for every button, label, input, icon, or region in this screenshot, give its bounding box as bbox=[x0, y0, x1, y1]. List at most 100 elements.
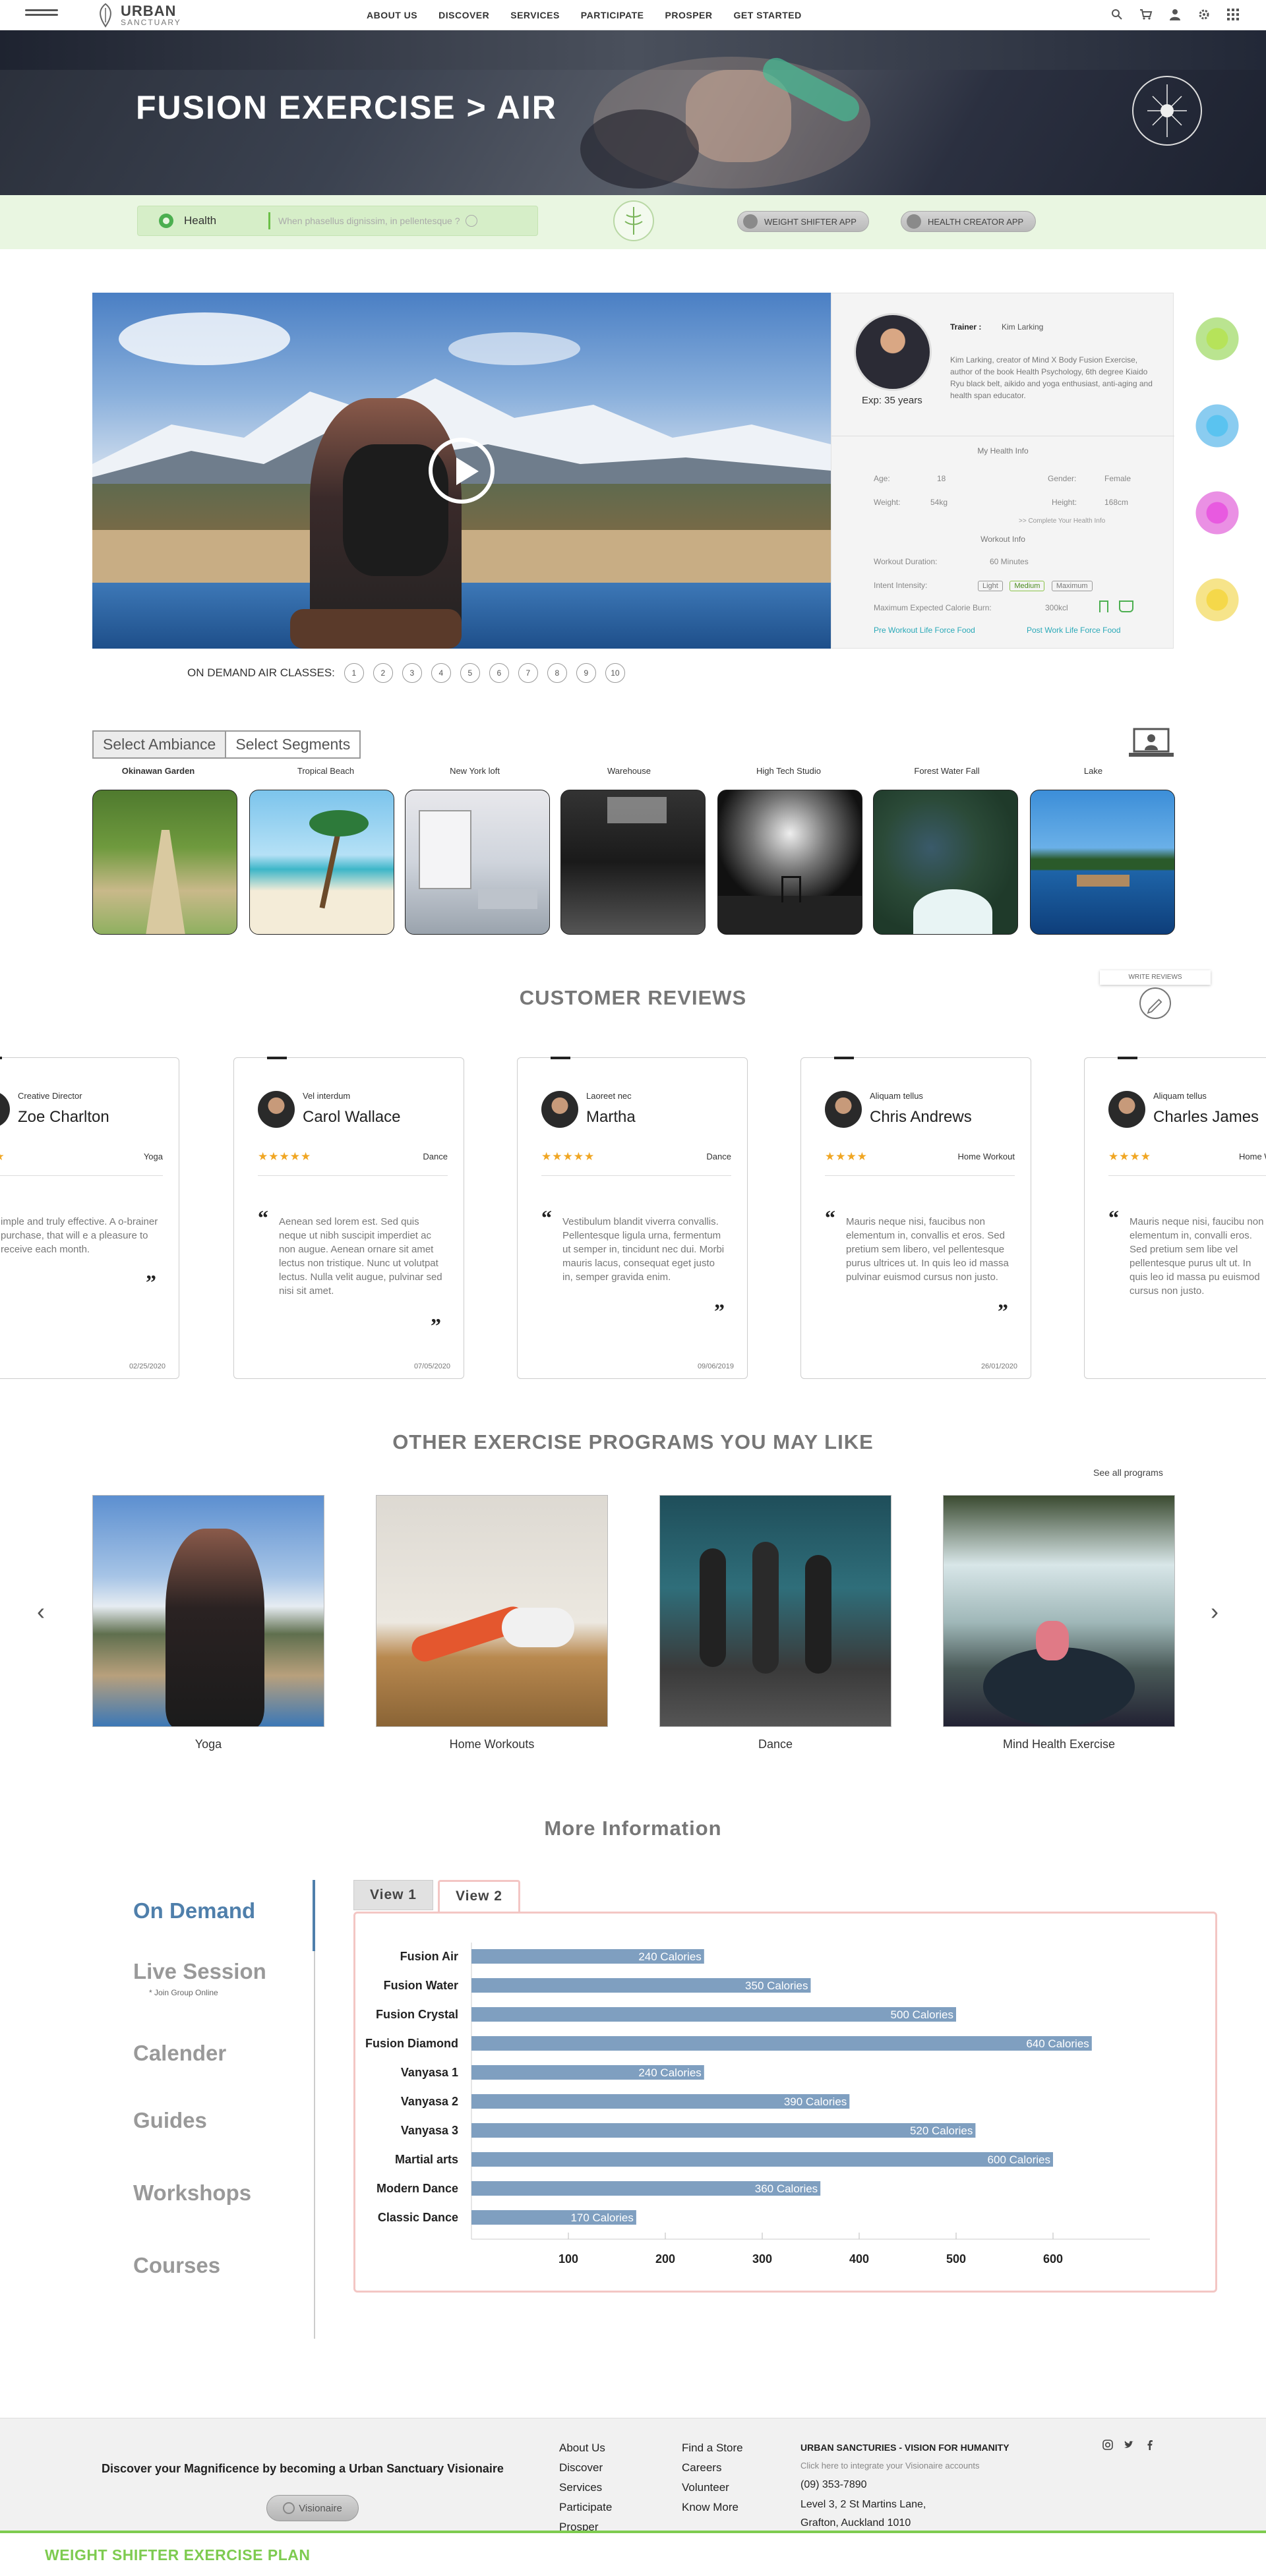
sanctuary-emblem-icon[interactable] bbox=[613, 200, 654, 241]
tab-select-ambiance[interactable]: Select Ambiance bbox=[94, 732, 227, 757]
basket-icon[interactable] bbox=[1119, 600, 1133, 612]
nav-about-us[interactable]: ABOUT US bbox=[356, 10, 428, 20]
class-number-2[interactable]: 2 bbox=[373, 663, 393, 683]
pre-workout-food-link[interactable]: Pre Workout Life Force Food bbox=[874, 626, 975, 635]
program-dance-image[interactable] bbox=[659, 1495, 891, 1727]
program-yoga-label[interactable]: Yoga bbox=[92, 1738, 324, 1751]
carousel-next-icon[interactable]: › bbox=[1211, 1598, 1219, 1625]
laptop-icon[interactable] bbox=[1128, 728, 1175, 758]
play-button[interactable] bbox=[429, 438, 495, 504]
class-number-4[interactable]: 4 bbox=[431, 663, 451, 683]
carousel-prev-icon[interactable]: ‹ bbox=[37, 1598, 45, 1625]
menu-workshops[interactable]: Workshops bbox=[133, 2181, 251, 2206]
settings-icon[interactable] bbox=[1196, 7, 1212, 22]
footer-address-line2: Grafton, Auckland 1010 bbox=[800, 2517, 911, 2529]
ambiance-okinawan-garden[interactable] bbox=[92, 790, 237, 935]
program-dance-label[interactable]: Dance bbox=[659, 1738, 891, 1751]
class-number-10[interactable]: 10 bbox=[605, 663, 625, 683]
search-icon[interactable] bbox=[1109, 7, 1125, 22]
footer-links-col1: About Us Discover Services Participate P… bbox=[559, 2438, 612, 2537]
footer-link-know-more[interactable]: Know More bbox=[682, 2498, 743, 2517]
site-logo[interactable]: URBAN SANCTUARY bbox=[96, 1, 181, 29]
review-card[interactable]: Aliquam tellus Charles James ★★★★ Home W… bbox=[1084, 1057, 1266, 1379]
chart-bar-value-label: 360 Calories bbox=[755, 2182, 818, 2195]
hamburger-menu-icon[interactable] bbox=[25, 9, 58, 21]
gender-label: Gender: bbox=[1048, 474, 1077, 483]
tab-view-1[interactable]: View 1 bbox=[353, 1880, 433, 1910]
magenta-theme-icon[interactable] bbox=[1192, 488, 1242, 538]
on-demand-label: ON DEMAND AIR CLASSES: bbox=[187, 666, 335, 679]
footer-link-careers[interactable]: Careers bbox=[682, 2458, 743, 2478]
nav-participate[interactable]: PARTICIPATE bbox=[570, 10, 655, 20]
health-creator-app-button[interactable]: HEALTH CREATOR APP bbox=[901, 211, 1037, 232]
see-all-programs-link[interactable]: See all programs bbox=[1093, 1467, 1163, 1478]
blue-theme-icon[interactable] bbox=[1192, 401, 1242, 451]
submit-arrow-icon[interactable] bbox=[465, 215, 477, 227]
program-yoga-image[interactable] bbox=[92, 1495, 324, 1727]
class-number-7[interactable]: 7 bbox=[518, 663, 538, 683]
health-question-input[interactable]: When phasellus dignissim, in pellentesqu… bbox=[268, 212, 479, 229]
write-review-icon[interactable] bbox=[1139, 987, 1171, 1019]
review-card[interactable]: Aliquam tellus Chris Andrews ★★★★ Home W… bbox=[800, 1057, 1031, 1379]
ambiance-high-tech-studio[interactable] bbox=[717, 790, 862, 935]
nav-discover[interactable]: DISCOVER bbox=[428, 10, 500, 20]
class-number-3[interactable]: 3 bbox=[402, 663, 422, 683]
twitter-icon[interactable] bbox=[1124, 2440, 1134, 2453]
tab-view-2[interactable]: View 2 bbox=[438, 1880, 520, 1914]
weight-shifter-app-button[interactable]: WEIGHT SHIFTER APP bbox=[737, 211, 869, 232]
menu-courses[interactable]: Courses bbox=[133, 2253, 220, 2278]
ambiance-warehouse[interactable] bbox=[560, 790, 706, 935]
program-mind-health-label[interactable]: Mind Health Exercise bbox=[943, 1738, 1175, 1751]
instagram-icon[interactable] bbox=[1102, 2440, 1113, 2453]
menu-calender[interactable]: Calender bbox=[133, 2041, 226, 2066]
visionaire-button[interactable]: Visionaire bbox=[266, 2495, 359, 2521]
class-video-player[interactable] bbox=[92, 293, 831, 649]
post-workout-food-link[interactable]: Post Work Life Force Food bbox=[1027, 626, 1121, 635]
ambiance-tropical-beach[interactable] bbox=[249, 790, 394, 935]
green-theme-icon[interactable] bbox=[1192, 314, 1242, 364]
weight-shifter-plan-title[interactable]: WEIGHT SHIFTER EXERCISE PLAN bbox=[45, 2546, 310, 2564]
class-number-1[interactable]: 1 bbox=[344, 663, 364, 683]
ambiance-forest-water-fall[interactable] bbox=[873, 790, 1018, 935]
program-home-workouts-label[interactable]: Home Workouts bbox=[376, 1738, 608, 1751]
class-number-6[interactable]: 6 bbox=[489, 663, 509, 683]
footer-link-participate[interactable]: Participate bbox=[559, 2498, 612, 2517]
chart-category-label: Classic Dance bbox=[378, 2211, 458, 2224]
calorie-bar-chart: 100 200 300 400 500 600 Fusion Air 240 Calories… bbox=[365, 1943, 1150, 2266]
write-reviews-label[interactable]: WRITE REVIEWS bbox=[1100, 970, 1211, 985]
apps-grid-icon[interactable] bbox=[1225, 7, 1241, 22]
complete-health-info-link[interactable]: >> Complete Your Health Info bbox=[1019, 517, 1105, 525]
user-icon[interactable] bbox=[1167, 7, 1183, 22]
footer-link-discover[interactable]: Discover bbox=[559, 2458, 612, 2478]
review-card[interactable]: Laoreet nec Martha ★★★★★ Dance “ Vestibu… bbox=[517, 1057, 748, 1379]
facebook-icon[interactable] bbox=[1145, 2440, 1155, 2453]
class-number-9[interactable]: 9 bbox=[576, 663, 596, 683]
footer-link-find-store[interactable]: Find a Store bbox=[682, 2438, 743, 2458]
intensity-maximum[interactable]: Maximum bbox=[1051, 581, 1093, 591]
yellow-theme-icon[interactable] bbox=[1192, 575, 1242, 625]
intensity-medium[interactable]: Medium bbox=[1010, 581, 1045, 591]
intensity-light[interactable]: Light bbox=[978, 581, 1003, 591]
bookmark-icon[interactable] bbox=[1099, 600, 1108, 612]
class-number-8[interactable]: 8 bbox=[547, 663, 567, 683]
footer-link-about-us[interactable]: About Us bbox=[559, 2438, 612, 2458]
menu-guides[interactable]: Guides bbox=[133, 2108, 207, 2133]
footer-link-services[interactable]: Services bbox=[559, 2478, 612, 2498]
ambiance-new-york-loft[interactable] bbox=[405, 790, 550, 935]
nav-services[interactable]: SERVICES bbox=[500, 10, 570, 20]
menu-on-demand[interactable]: On Demand bbox=[133, 1898, 255, 1923]
class-number-5[interactable]: 5 bbox=[460, 663, 480, 683]
cart-icon[interactable] bbox=[1138, 7, 1154, 22]
menu-live-session[interactable]: Live Session bbox=[133, 1959, 266, 1984]
review-card[interactable]: Vel interdum Carol Wallace ★★★★★ Dance “… bbox=[233, 1057, 464, 1379]
program-home-workouts-image[interactable] bbox=[376, 1495, 608, 1727]
nav-prosper[interactable]: PROSPER bbox=[655, 10, 723, 20]
nav-get-started[interactable]: GET STARTED bbox=[723, 10, 812, 20]
program-mind-health-image[interactable] bbox=[943, 1495, 1175, 1727]
footer-integrate-link[interactable]: Click here to integrate your Visionaire … bbox=[800, 2461, 979, 2471]
footer-link-volunteer[interactable]: Volunteer bbox=[682, 2478, 743, 2498]
visionaire-label: Visionaire bbox=[299, 2502, 342, 2514]
ambiance-lake[interactable] bbox=[1030, 790, 1175, 935]
tab-select-segments[interactable]: Select Segments bbox=[226, 732, 360, 757]
review-card[interactable]: Creative Director Zoe Charlton ★★★ Yoga … bbox=[0, 1057, 179, 1379]
